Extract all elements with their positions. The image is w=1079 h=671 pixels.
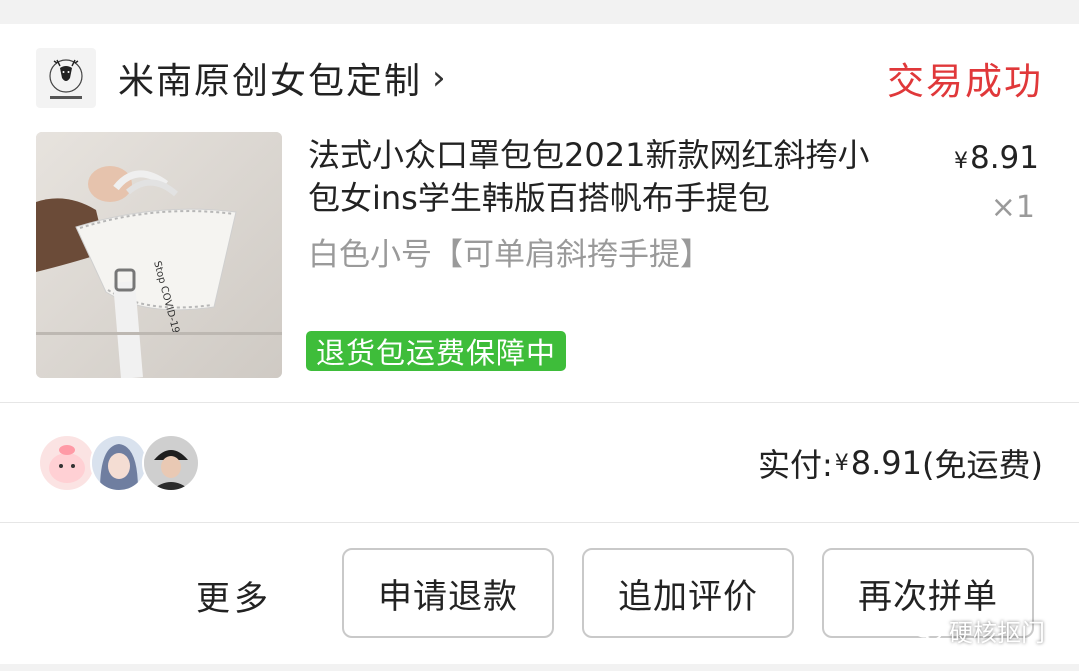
paid-label: 实付: [757, 446, 833, 484]
order-card: 米南原创女包定制 › 交易成功 Stop COVID-19 法式小众口罩包包20… [0, 24, 1079, 664]
divider [0, 402, 1079, 403]
order-status: 交易成功 [887, 60, 1043, 103]
shop-name-link[interactable]: 米南原创女包定制 › [118, 52, 448, 104]
deer-logo-icon [49, 59, 83, 99]
price-value: 8.91 [969, 140, 1039, 176]
wechat-icon [913, 618, 942, 641]
currency-symbol: ¥ [834, 450, 849, 476]
product-image[interactable]: Stop COVID-19 [36, 132, 282, 378]
shipping-note: (免运费) [922, 446, 1043, 484]
paid-summary: 实付: ¥ 8.91 (免运费) [758, 438, 1043, 488]
chevron-right-icon: › [432, 58, 448, 98]
product-title[interactable]: 法式小众口罩包包2021新款网红斜挎小包女ins学生韩版百搭帆布手提包 [308, 134, 898, 220]
avatar [90, 434, 148, 492]
more-actions-link[interactable]: 更多 [196, 570, 272, 620]
watermark: 硬核抠门 [913, 610, 1045, 650]
divider [0, 522, 1079, 523]
shop-name: 米南原创女包定制 [118, 61, 423, 102]
product-quantity: ×1 [990, 190, 1035, 225]
avatar [38, 434, 96, 492]
return-shipping-badge: 退货包运费保障中 [306, 331, 567, 371]
product-photo-illustration: Stop COVID-19 [36, 132, 282, 378]
request-refund-button[interactable]: 申请退款 [342, 548, 554, 638]
product-price: ¥8.91 [954, 140, 1039, 176]
watermark-text: 硬核抠门 [949, 618, 1045, 647]
add-review-button[interactable]: 追加评价 [582, 548, 794, 638]
avatar [142, 434, 200, 492]
currency-symbol: ¥ [953, 149, 968, 174]
product-variant: 白色小号【可单肩斜挎手提】 [308, 237, 711, 273]
paid-amount: 8.91 [850, 444, 923, 482]
shop-logo[interactable] [36, 48, 96, 108]
